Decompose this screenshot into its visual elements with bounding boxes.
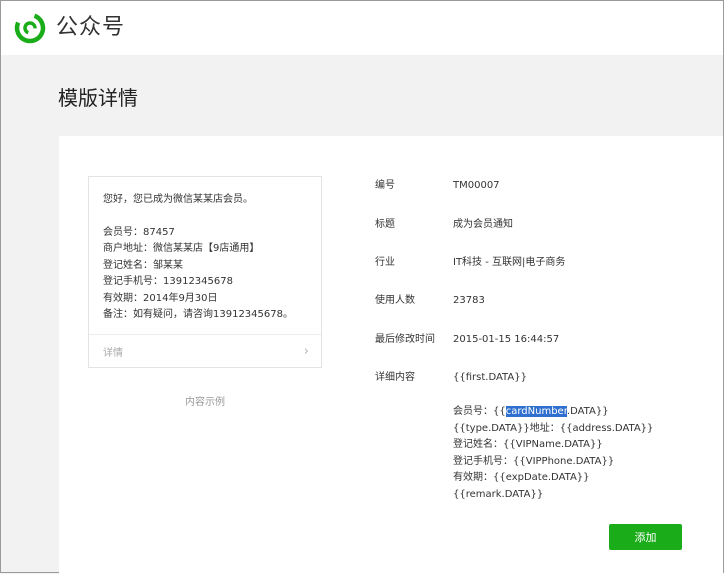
preview-line: 备注：如有疑问，请咨询13912345678。 [103, 309, 293, 320]
preview-greeting: 您好，您已成为微信某某店会员。 [103, 194, 253, 205]
chevron-right-icon[interactable]: › [304, 345, 309, 359]
content-line-prefix[interactable]: 会员号：{{ [453, 406, 506, 417]
preview-line: 商户地址：微信某某店【9店通用】 [103, 243, 260, 254]
industry-value: IT科技 - 互联网|电子商务 [453, 257, 566, 268]
preview-caption: 内容示例 [185, 397, 225, 408]
title-label: 标题 [375, 219, 395, 230]
preview-line: 会员号：87457 [103, 226, 175, 238]
preview-line: 登记姓名：邹某某 [103, 259, 183, 271]
add-button[interactable]: 添加 [609, 524, 682, 550]
brand-name[interactable]: 公众号 [56, 12, 125, 44]
industry-label: 行业 [375, 257, 395, 268]
content-line[interactable]: {{type.DATA}}地址：{{address.DATA}} [453, 421, 653, 438]
content-first[interactable]: {{first.DATA}} [453, 371, 527, 384]
content-line[interactable]: {{remark.DATA}} [453, 487, 653, 504]
preview-detail-link[interactable]: 详情 [103, 348, 123, 360]
wechat-official-account-logo-icon[interactable] [14, 12, 46, 44]
users-label: 使用人数 [375, 295, 415, 306]
content-line[interactable]: 登记手机号：{{VIPPhone.DATA}} [453, 454, 653, 471]
content-line-suffix[interactable]: .DATA}} [567, 406, 609, 417]
template-content[interactable]: 会员号：{{cardNumber.DATA}} {{type.DATA}}地址：… [453, 404, 653, 503]
page-title: 模版详情 [58, 86, 138, 110]
content-line[interactable]: 有效期：{{expDate.DATA}} [453, 470, 653, 487]
template-preview-card: 您好，您已成为微信某某店会员。 会员号：87457 商户地址：微信某某店【9店通… [88, 176, 322, 368]
preview-message: 您好，您已成为微信某某店会员。 会员号：87457 商户地址：微信某某店【9店通… [103, 192, 293, 324]
preview-divider [89, 334, 321, 335]
selected-text[interactable]: cardNumber [505, 406, 567, 417]
modified-value: 2015-01-15 16:44:57 [453, 334, 560, 345]
top-bar: 公众号 [1, 1, 723, 55]
preview-line: 登记手机号：13912345678 [103, 276, 233, 287]
users-value: 23783 [453, 295, 485, 306]
title-value: 成为会员通知 [453, 219, 513, 230]
id-label: 编号 [375, 180, 395, 191]
modified-label: 最后修改时间 [375, 334, 435, 345]
preview-line: 有效期：2014年9月30日 [103, 292, 218, 304]
content-line[interactable]: 会员号：{{cardNumber.DATA}} [453, 404, 653, 421]
id-value: TM00007 [453, 180, 500, 191]
content-label: 详细内容 [375, 372, 415, 383]
content-line[interactable]: 登记姓名：{{VIPName.DATA}} [453, 437, 653, 454]
